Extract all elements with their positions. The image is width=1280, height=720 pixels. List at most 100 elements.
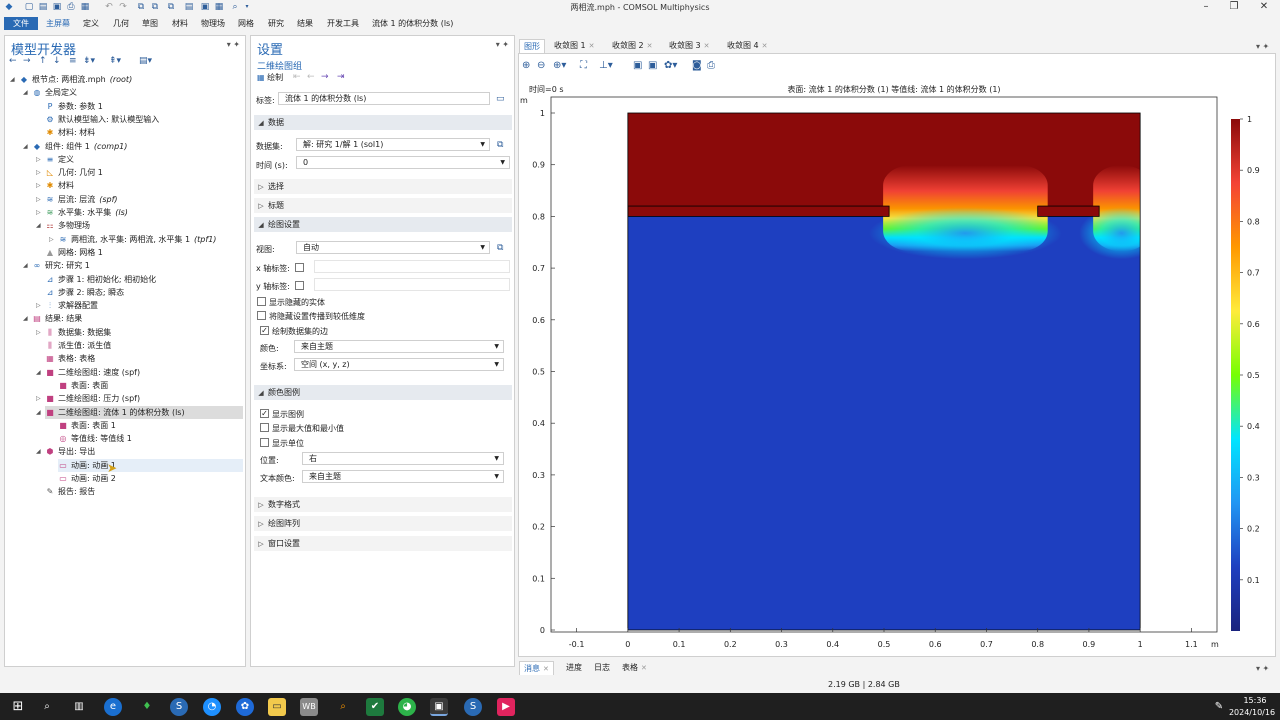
tree-node[interactable]: ✎ 报告: 报告 (45, 485, 243, 498)
view-select[interactable]: 自动 ▼ (296, 241, 490, 254)
tab-table[interactable]: 表格 ✕ (618, 661, 651, 675)
xaxis-input[interactable] (314, 260, 510, 273)
app-icon[interactable]: ◔ (203, 698, 221, 716)
frame-select[interactable]: 空间 (x, y, z) ▼ (294, 358, 504, 371)
tree-node[interactable]: ■ 二维绘图组: 压力 (spf) (45, 392, 243, 405)
section-data[interactable]: ◢ 数据 (254, 115, 512, 130)
tree-toggle-icon[interactable]: ▷ (36, 329, 41, 336)
xaxis-checkbox[interactable] (295, 263, 304, 272)
tab-messages[interactable]: 消息 ✕ (519, 661, 554, 675)
tree-node[interactable]: ∞ 研究: 研究 1 (32, 259, 243, 272)
tree-node[interactable]: ◺ 几何: 几何 1 (45, 166, 243, 179)
tree-node[interactable]: ▭ 动画: 动画 1 (58, 458, 243, 472)
tree-toggle-icon[interactable]: ▷ (36, 182, 41, 189)
tree-toggle-icon[interactable]: ◢ (23, 89, 28, 96)
tree-node[interactable]: ■ 二维绘图组: 流体 1 的体积分数 (ls) (45, 405, 243, 419)
tree-node[interactable]: ▦ 表格: 表格 (45, 352, 243, 365)
first-icon[interactable]: ⇤ (293, 72, 301, 82)
close-icon[interactable]: ✕ (543, 665, 549, 673)
menu-geometry[interactable]: 几何 (109, 17, 133, 30)
pin-icon[interactable]: ▾ ✦ (1256, 664, 1275, 673)
menu-definitions[interactable]: 定义 (79, 17, 103, 30)
app-icon[interactable]: ✿ (236, 698, 254, 716)
tree-node[interactable]: ▭ 动画: 动画 2 (58, 472, 243, 485)
pin-icon[interactable]: ▾ ✦ (496, 40, 509, 49)
spreadsheet-app-icon[interactable]: ✔ (366, 698, 384, 716)
tree-toggle-icon[interactable]: ◢ (23, 315, 28, 322)
menu-mesh[interactable]: 网格 (234, 17, 258, 30)
propagate-hiding-checkbox[interactable] (257, 311, 266, 320)
menu-developer[interactable]: 开发工具 (323, 17, 363, 30)
tree-node[interactable]: ≋ 水平集: 水平集 (ls) (45, 206, 243, 219)
tree-toggle-icon[interactable]: ▷ (36, 196, 41, 203)
tree-node[interactable]: ⊿ 步骤 1: 相初始化; 相初始化 (45, 273, 243, 286)
yaxis-input[interactable] (314, 278, 510, 291)
tab-progress[interactable]: 进度 (562, 661, 586, 675)
scene-light-icon[interactable]: ✿▾ (664, 60, 677, 71)
tree-node[interactable]: ◍ 全局定义 (32, 86, 243, 99)
tree-toggle-icon[interactable]: ▷ (36, 209, 41, 216)
tree-toggle-icon[interactable]: ◢ (23, 143, 28, 150)
tree-toggle-icon[interactable]: ▷ (36, 395, 41, 402)
tree-toggle-icon[interactable]: ◢ (23, 262, 28, 269)
section-title[interactable]: ▷ 标题 (254, 198, 512, 213)
plot-button[interactable]: ▦ 绘制 (257, 72, 283, 83)
next-icon[interactable]: → (321, 72, 329, 82)
text-color-select[interactable]: 来自主题 ▼ (302, 470, 504, 483)
collapse-icon[interactable]: ⇞▾ (109, 56, 121, 66)
position-select[interactable]: 右 ▼ (302, 452, 504, 465)
yaxis-checkbox[interactable] (295, 281, 304, 290)
zoom-out-icon[interactable]: ⊖ (537, 60, 545, 71)
show-units-checkbox[interactable] (260, 438, 269, 447)
file-explorer-icon[interactable]: ▭ (268, 698, 286, 716)
pin-icon[interactable]: ▾ ✦ (227, 40, 240, 49)
show-icon[interactable]: ≡ (69, 56, 77, 66)
menu-results[interactable]: 结果 (293, 17, 317, 30)
previous-icon[interactable]: ← (307, 72, 315, 82)
tab-convergence-1[interactable]: 收敛图 1 ✕ (550, 39, 599, 53)
tab-graphics[interactable]: 图形 (519, 39, 545, 53)
last-icon[interactable]: ⇥ (337, 72, 345, 82)
show-grid-icon[interactable]: ▣ (633, 60, 642, 71)
move-down-icon[interactable]: ↓ (53, 56, 61, 66)
task-view-icon[interactable]: ▥ (70, 698, 88, 716)
tab-convergence-2[interactable]: 收敛图 2 ✕ (608, 39, 657, 53)
tree-node[interactable]: ≋ 两相流, 水平集: 两相流, 水平集 1 (tpf1) (58, 233, 243, 246)
camera-icon[interactable]: ◙ (692, 60, 702, 71)
tree-node[interactable]: ⊿ 步骤 2: 瞬态; 瞬态 (45, 286, 243, 299)
color-select[interactable]: 来自主题 ▼ (294, 340, 504, 353)
tree-node[interactable]: ■ 表面: 表面 1 (58, 419, 243, 432)
pin-icon[interactable]: ▾ ✦ (1256, 42, 1275, 51)
tree-toggle-icon[interactable]: ◢ (36, 222, 41, 229)
print-icon[interactable]: ⎙ (707, 60, 715, 71)
dataset-goto-icon[interactable]: ⧉ (497, 140, 503, 150)
comsol-app-icon[interactable]: S (170, 698, 188, 716)
tree-node[interactable]: ■ 表面: 表面 (58, 379, 243, 392)
minimize-button[interactable]: – (1192, 0, 1220, 14)
plot-edges-checkbox[interactable]: ✓ (260, 326, 269, 335)
tab-convergence-3[interactable]: 收敛图 3 ✕ (665, 39, 714, 53)
show-hidden-checkbox[interactable] (257, 297, 266, 306)
zoom-in-icon[interactable]: ⊕ (522, 60, 530, 71)
show-axes-icon[interactable]: ▣ (648, 60, 657, 71)
green-drop-icon[interactable]: ♦ (138, 698, 156, 716)
section-window-settings[interactable]: ▷ 窗口设置 (254, 536, 512, 551)
tab-convergence-4[interactable]: 收敛图 4 ✕ (723, 39, 772, 53)
tree-toggle-icon[interactable]: ▷ (36, 169, 41, 176)
menu-study[interactable]: 研究 (264, 17, 288, 30)
section-color-legend[interactable]: ◢ 颜色图例 (254, 385, 512, 400)
comsol-app-icon[interactable]: S (464, 698, 482, 716)
tree-toggle-icon[interactable]: ▷ (36, 302, 41, 309)
show-legend-checkbox[interactable]: ✓ (260, 409, 269, 418)
search-app-icon[interactable]: ⌕ (334, 698, 352, 716)
tree-node[interactable]: ≋ 层流: 层流 (spf) (45, 193, 243, 206)
search-icon[interactable]: ⌕ (38, 698, 56, 716)
tree-node[interactable]: ◆ 根节点: 两相流.mph (root) (19, 73, 243, 86)
tree-toggle-icon[interactable]: ◢ (36, 448, 41, 455)
close-icon[interactable]: ✕ (589, 42, 595, 50)
section-selection[interactable]: ▷ 选择 (254, 179, 512, 194)
restore-button[interactable]: ❐ (1220, 0, 1248, 14)
tree-toggle-icon[interactable]: ◢ (36, 369, 41, 376)
menu-file[interactable]: 文件 (4, 17, 38, 30)
tree-node[interactable]: ⚏ 多物理场 (45, 219, 243, 232)
